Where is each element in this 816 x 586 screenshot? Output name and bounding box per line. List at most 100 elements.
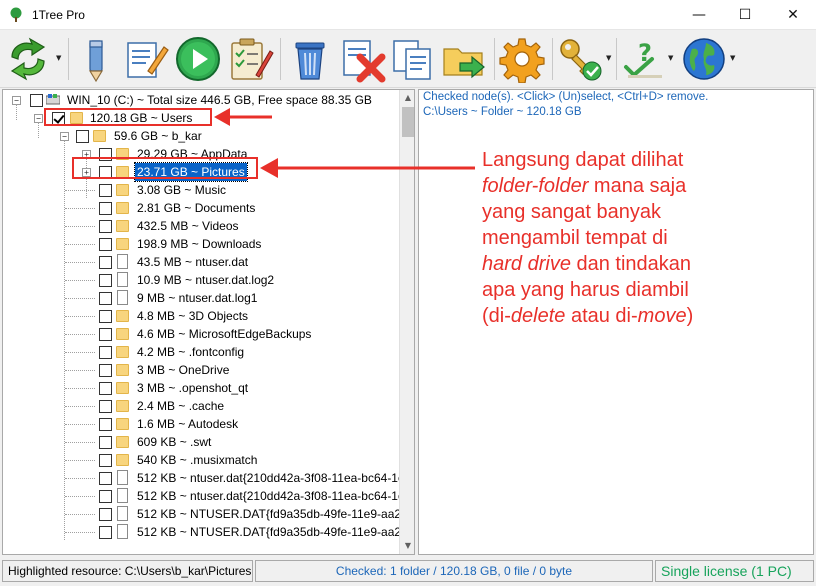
tree-label[interactable]: 9 MB ~ ntuser.dat.log1 [137, 289, 257, 307]
folder-icon [116, 436, 129, 448]
pencil-button[interactable] [72, 35, 120, 83]
tree-row[interactable]: 432.5 MB ~ Videos [3, 217, 398, 235]
tree-label[interactable]: 4.8 MB ~ 3D Objects [137, 307, 248, 325]
tree-label[interactable]: 198.9 MB ~ Downloads [137, 235, 261, 253]
tree-label[interactable]: 10.9 MB ~ ntuser.dat.log2 [137, 271, 274, 289]
tree-row-root[interactable]: − WIN_10 (C:) ~ Total size 446.5 GB, Fre… [3, 91, 398, 109]
tree-row[interactable]: 512 KB ~ ntuser.dat{210dd42a-3f08-11ea-b… [3, 487, 407, 505]
tree-label[interactable]: 512 KB ~ NTUSER.DAT{fd9a35db-49fe-11e9-a… [137, 523, 411, 541]
checkbox[interactable] [99, 490, 112, 503]
trash-button[interactable] [286, 35, 334, 83]
settings-button[interactable] [498, 35, 546, 84]
checkbox[interactable] [99, 382, 112, 395]
maximize-button[interactable]: ☐ [722, 0, 768, 30]
tree-row[interactable]: 43.5 MB ~ ntuser.dat [3, 253, 398, 271]
checkbox[interactable] [99, 292, 112, 305]
refresh-dropdown-icon[interactable]: ▼ [56, 54, 64, 62]
checkbox[interactable] [99, 220, 112, 233]
tree-label[interactable]: 512 KB ~ NTUSER.DAT{fd9a35db-49fe-11e9-a… [137, 505, 411, 523]
trash-icon [295, 42, 325, 80]
scroll-up-icon[interactable]: ▲ [400, 90, 414, 106]
tree-row[interactable]: 9 MB ~ ntuser.dat.log1 [3, 289, 398, 307]
tree-row[interactable]: 3.08 GB ~ Music [3, 181, 398, 199]
tree-label[interactable]: 2.81 GB ~ Documents [137, 199, 255, 217]
close-button[interactable]: ✕ [770, 0, 816, 30]
tree-row[interactable]: 4.6 MB ~ MicrosoftEdgeBackups [3, 325, 398, 343]
checklist-button[interactable] [226, 35, 274, 83]
tree-label[interactable]: 3 MB ~ OneDrive [137, 361, 229, 379]
tree-label[interactable]: 432.5 MB ~ Videos [137, 217, 239, 235]
vertical-scrollbar[interactable]: ▲ ▼ [399, 90, 414, 554]
tree-row[interactable]: 2.81 GB ~ Documents [3, 199, 398, 217]
checkbox[interactable] [99, 436, 112, 449]
tree-label[interactable]: 512 KB ~ ntuser.dat{210dd42a-3f08-11ea-b… [137, 469, 407, 487]
help-button[interactable]: ? [620, 35, 668, 83]
tree-row[interactable]: 609 KB ~ .swt [3, 433, 398, 451]
folder-icon [116, 364, 129, 376]
checkbox[interactable] [30, 94, 43, 107]
checkbox[interactable] [99, 256, 112, 269]
tree-label[interactable]: 59.6 GB ~ b_kar [114, 127, 202, 145]
web-dropdown-icon[interactable]: ▼ [730, 54, 738, 62]
checkbox[interactable] [99, 526, 112, 539]
status-license[interactable]: Single license (1 PC) [655, 560, 814, 582]
tree-label[interactable]: 43.5 MB ~ ntuser.dat [137, 253, 248, 271]
move-button[interactable] [440, 35, 488, 83]
help-dropdown-icon[interactable]: ▼ [668, 54, 676, 62]
tree-label[interactable]: 4.6 MB ~ MicrosoftEdgeBackups [137, 325, 311, 343]
tree-row[interactable]: 10.9 MB ~ ntuser.dat.log2 [3, 271, 398, 289]
tree-row[interactable]: 3 MB ~ OneDrive [3, 361, 398, 379]
checkbox[interactable] [99, 328, 112, 341]
tree-label[interactable]: WIN_10 (C:) ~ Total size 446.5 GB, Free … [67, 91, 372, 109]
tree-label[interactable]: 609 KB ~ .swt [137, 433, 211, 451]
tree-row[interactable]: 1.6 MB ~ Autodesk [3, 415, 398, 433]
tree-row[interactable]: 2.4 MB ~ .cache [3, 397, 398, 415]
tree-line [65, 226, 95, 227]
tree-row[interactable]: 512 KB ~ ntuser.dat{210dd42a-3f08-11ea-b… [3, 469, 407, 487]
checkbox[interactable] [99, 310, 112, 323]
tree-label[interactable]: 512 KB ~ ntuser.dat{210dd42a-3f08-11ea-b… [137, 487, 407, 505]
tree-label[interactable]: 2.4 MB ~ .cache [137, 397, 224, 415]
folder-icon [116, 346, 129, 358]
play-button[interactable] [174, 35, 222, 83]
checkbox[interactable] [76, 130, 89, 143]
tree-row[interactable]: 4.8 MB ~ 3D Objects [3, 307, 398, 325]
delete-button[interactable] [338, 35, 386, 83]
refresh-button[interactable] [4, 35, 52, 83]
tree-label[interactable]: 3 MB ~ .openshot_qt [137, 379, 248, 397]
checkbox[interactable] [99, 400, 112, 413]
checkbox[interactable] [99, 274, 112, 287]
folder-icon [93, 130, 106, 142]
checkbox[interactable] [99, 364, 112, 377]
tree-row[interactable]: 4.2 MB ~ .fontconfig [3, 343, 398, 361]
checkbox[interactable] [99, 454, 112, 467]
tree-row[interactable]: 3 MB ~ .openshot_qt [3, 379, 398, 397]
tree-row[interactable]: 512 KB ~ NTUSER.DAT{fd9a35db-49fe-11e9-a… [3, 505, 411, 523]
scroll-down-icon[interactable]: ▼ [400, 538, 414, 554]
tree-label[interactable]: 540 KB ~ .musixmatch [137, 451, 257, 469]
tree-row[interactable]: 198.9 MB ~ Downloads [3, 235, 398, 253]
window-title: 1Tree Pro [32, 8, 85, 22]
checkbox[interactable] [99, 472, 112, 485]
tree-label[interactable]: 3.08 GB ~ Music [137, 181, 226, 199]
checkbox[interactable] [99, 202, 112, 215]
checkbox[interactable] [99, 184, 112, 197]
checkbox[interactable] [99, 418, 112, 431]
tree-label[interactable]: 1.6 MB ~ Autodesk [137, 415, 238, 433]
folder-icon [116, 400, 129, 412]
checkbox[interactable] [99, 508, 112, 521]
edit-button[interactable] [122, 35, 170, 83]
tree-row[interactable]: 540 KB ~ .musixmatch [3, 451, 398, 469]
tree-label[interactable]: 4.2 MB ~ .fontconfig [137, 343, 244, 361]
web-button[interactable] [680, 35, 728, 83]
checkbox[interactable] [99, 346, 112, 359]
checkbox[interactable] [99, 238, 112, 251]
tree-line [65, 190, 95, 191]
scroll-thumb[interactable] [402, 107, 414, 137]
minimize-button[interactable]: — [676, 0, 722, 30]
tree-row[interactable]: 512 KB ~ NTUSER.DAT{fd9a35db-49fe-11e9-a… [3, 523, 411, 541]
tree-row-bkar[interactable]: − 59.6 GB ~ b_kar [3, 127, 398, 145]
license-dropdown-icon[interactable]: ▼ [606, 54, 614, 62]
copy-button[interactable] [388, 35, 436, 83]
license-button[interactable] [556, 35, 604, 83]
